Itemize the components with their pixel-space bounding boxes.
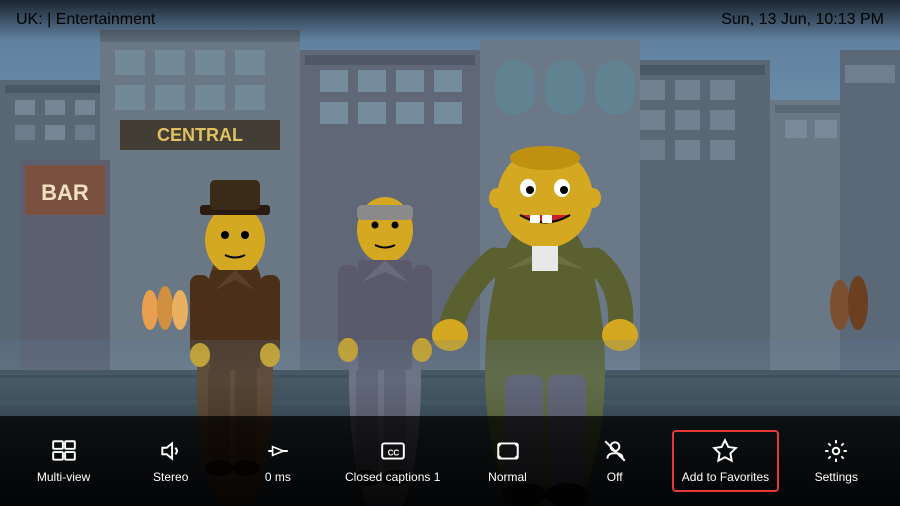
channel-info: UK: | Entertainment (16, 11, 155, 29)
multi-view-label: Multi-view (37, 470, 90, 484)
favorites-label: Add to Favorites (682, 470, 769, 484)
datetime: Sun, 13 Jun, 10:13 PM (721, 11, 884, 29)
delay-label: 0 ms (265, 470, 291, 484)
aspect-icon (495, 438, 521, 464)
gear-icon (823, 438, 849, 464)
delay-button[interactable]: 0 ms (228, 430, 328, 492)
captions-button[interactable]: CC Closed captions 1 (335, 430, 450, 492)
favorites-button[interactable]: Add to Favorites (672, 430, 779, 492)
multi-view-button[interactable]: Multi-view (14, 430, 114, 492)
audio-icon (158, 438, 184, 464)
settings-label: Settings (815, 470, 858, 484)
audio-label: Stereo (153, 470, 188, 484)
svg-text:CENTRAL: CENTRAL (157, 125, 243, 145)
parental-label: Off (607, 470, 623, 484)
delay-icon (265, 438, 291, 464)
cc-icon: CC (380, 438, 406, 464)
svg-text:CC: CC (387, 448, 399, 457)
aspect-label: Normal (488, 470, 527, 484)
control-bar: Multi-view Stereo 0 ms CC Closed caption… (0, 416, 900, 506)
aspect-button[interactable]: Normal (458, 430, 558, 492)
svg-text:BAR: BAR (41, 180, 89, 205)
settings-button[interactable]: Settings (786, 430, 886, 492)
parental-button[interactable]: Off (565, 430, 665, 492)
captions-label: Closed captions 1 (345, 470, 440, 484)
parental-icon (602, 438, 628, 464)
multiview-icon (51, 438, 77, 464)
star-icon (712, 438, 738, 464)
audio-button[interactable]: Stereo (121, 430, 221, 492)
